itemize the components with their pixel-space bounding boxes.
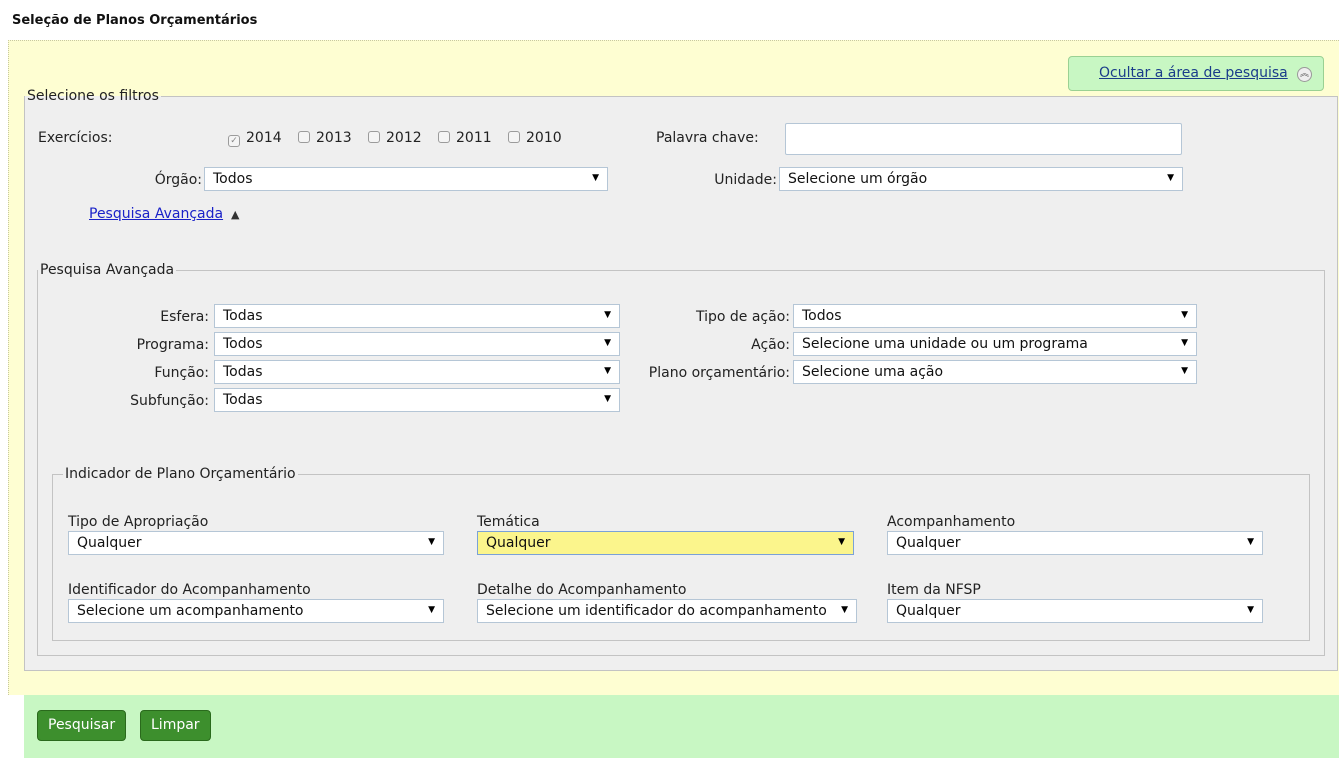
detalhe-acompanhamento-select[interactable]: Selecione um identificador do acompanham… <box>477 599 857 623</box>
item-nfsp-label: Item da NFSP <box>887 582 981 598</box>
checkbox-icon <box>298 131 310 143</box>
chevron-down-icon: ▼ <box>838 537 845 547</box>
advanced-search-toggle[interactable]: Pesquisa Avançada ▲ <box>89 206 239 222</box>
chevron-down-icon: ▼ <box>428 605 435 615</box>
funcao-label: Função: <box>154 365 209 381</box>
chevron-down-icon: ▼ <box>1167 173 1174 183</box>
unidade-label: Unidade: <box>714 172 777 188</box>
advanced-search-link[interactable]: Pesquisa Avançada <box>89 206 223 222</box>
orgao-select[interactable]: Todos ▼ <box>204 167 608 191</box>
chevron-down-icon: ▼ <box>604 310 611 320</box>
chevron-down-icon: ▼ <box>1181 366 1188 376</box>
esfera-label: Esfera: <box>160 309 209 325</box>
chevron-down-icon: ▼ <box>604 338 611 348</box>
indicador-legend: Indicador de Plano Orçamentário <box>65 466 296 482</box>
esfera-select[interactable]: Todas ▼ <box>214 304 620 328</box>
toggle-search-link[interactable]: Ocultar a área de pesquisa <box>1099 65 1288 81</box>
checkbox-icon <box>508 131 520 143</box>
filters-legend: Selecione os filtros <box>27 88 159 104</box>
acao-label: Ação: <box>751 337 790 353</box>
action-bar: Pesquisar Limpar <box>24 695 1339 758</box>
tipo-acao-label: Tipo de ação: <box>695 309 790 325</box>
chevron-down-icon: ▼ <box>604 394 611 404</box>
search-button[interactable]: Pesquisar <box>37 710 127 741</box>
programa-select[interactable]: Todos ▼ <box>214 332 620 356</box>
tipo-acao-select[interactable]: Todos ▼ <box>793 304 1197 328</box>
item-nfsp-select[interactable]: Qualquer ▼ <box>887 599 1263 623</box>
advanced-legend: Pesquisa Avançada <box>40 262 175 278</box>
palavra-chave-input[interactable] <box>785 123 1182 155</box>
subfuncao-select[interactable]: Todas ▼ <box>214 388 620 412</box>
year-checkbox-2012[interactable]: 2012 <box>368 130 422 146</box>
year-checkbox-2013[interactable]: 2013 <box>298 130 352 146</box>
detalhe-acompanhamento-label: Detalhe do Acompanhamento <box>477 582 687 598</box>
page-title: Seleção de Planos Orçamentários <box>12 13 258 28</box>
tematica-label: Temática <box>477 514 540 530</box>
unidade-select[interactable]: Selecione um órgão ▼ <box>779 167 1183 191</box>
plano-orcamentario-select[interactable]: Selecione uma ação ▼ <box>793 360 1197 384</box>
chevron-down-icon: ▼ <box>1181 310 1188 320</box>
toggle-search-area[interactable]: Ocultar a área de pesquisa ︽ <box>1068 56 1324 91</box>
year-checkbox-2014[interactable]: ✓ 2014 <box>228 130 282 147</box>
checkbox-checked-icon: ✓ <box>228 135 240 147</box>
checkbox-icon <box>438 131 450 143</box>
plano-orcamentario-label: Plano orçamentário: <box>648 365 790 381</box>
checkbox-icon <box>368 131 380 143</box>
tipo-apropriacao-select[interactable]: Qualquer ▼ <box>68 531 444 555</box>
acompanhamento-label: Acompanhamento <box>887 514 1016 530</box>
acao-select[interactable]: Selecione uma unidade ou um programa ▼ <box>793 332 1197 356</box>
orgao-label: Órgão: <box>154 172 202 188</box>
chevron-down-icon: ▼ <box>1247 537 1254 547</box>
acompanhamento-select[interactable]: Qualquer ▼ <box>887 531 1263 555</box>
chevron-down-icon: ▼ <box>592 173 599 183</box>
tematica-select[interactable]: Qualquer ▼ <box>477 531 854 555</box>
chevron-down-icon: ▼ <box>1181 338 1188 348</box>
year-checkbox-2011[interactable]: 2011 <box>438 130 492 146</box>
tipo-apropriacao-label: Tipo de Apropriação <box>68 514 209 530</box>
palavra-chave-label: Palavra chave: <box>656 130 759 146</box>
chevron-down-icon: ▼ <box>428 537 435 547</box>
identificador-acompanhamento-label: Identificador do Acompanhamento <box>68 582 311 598</box>
subfuncao-label: Subfunção: <box>130 393 209 409</box>
clear-button[interactable]: Limpar <box>140 710 211 741</box>
identificador-acompanhamento-select[interactable]: Selecione um acompanhamento ▼ <box>68 599 444 623</box>
chevron-down-icon: ▼ <box>841 605 848 615</box>
caret-up-icon[interactable]: ▲ <box>228 208 239 221</box>
double-chevron-up-icon[interactable]: ︽ <box>1297 67 1312 82</box>
chevron-down-icon: ▼ <box>604 366 611 376</box>
funcao-select[interactable]: Todas ▼ <box>214 360 620 384</box>
programa-label: Programa: <box>136 337 209 353</box>
exercicios-label: Exercícios: <box>38 130 113 146</box>
year-checkbox-2010[interactable]: 2010 <box>508 130 562 146</box>
chevron-down-icon: ▼ <box>1247 605 1254 615</box>
